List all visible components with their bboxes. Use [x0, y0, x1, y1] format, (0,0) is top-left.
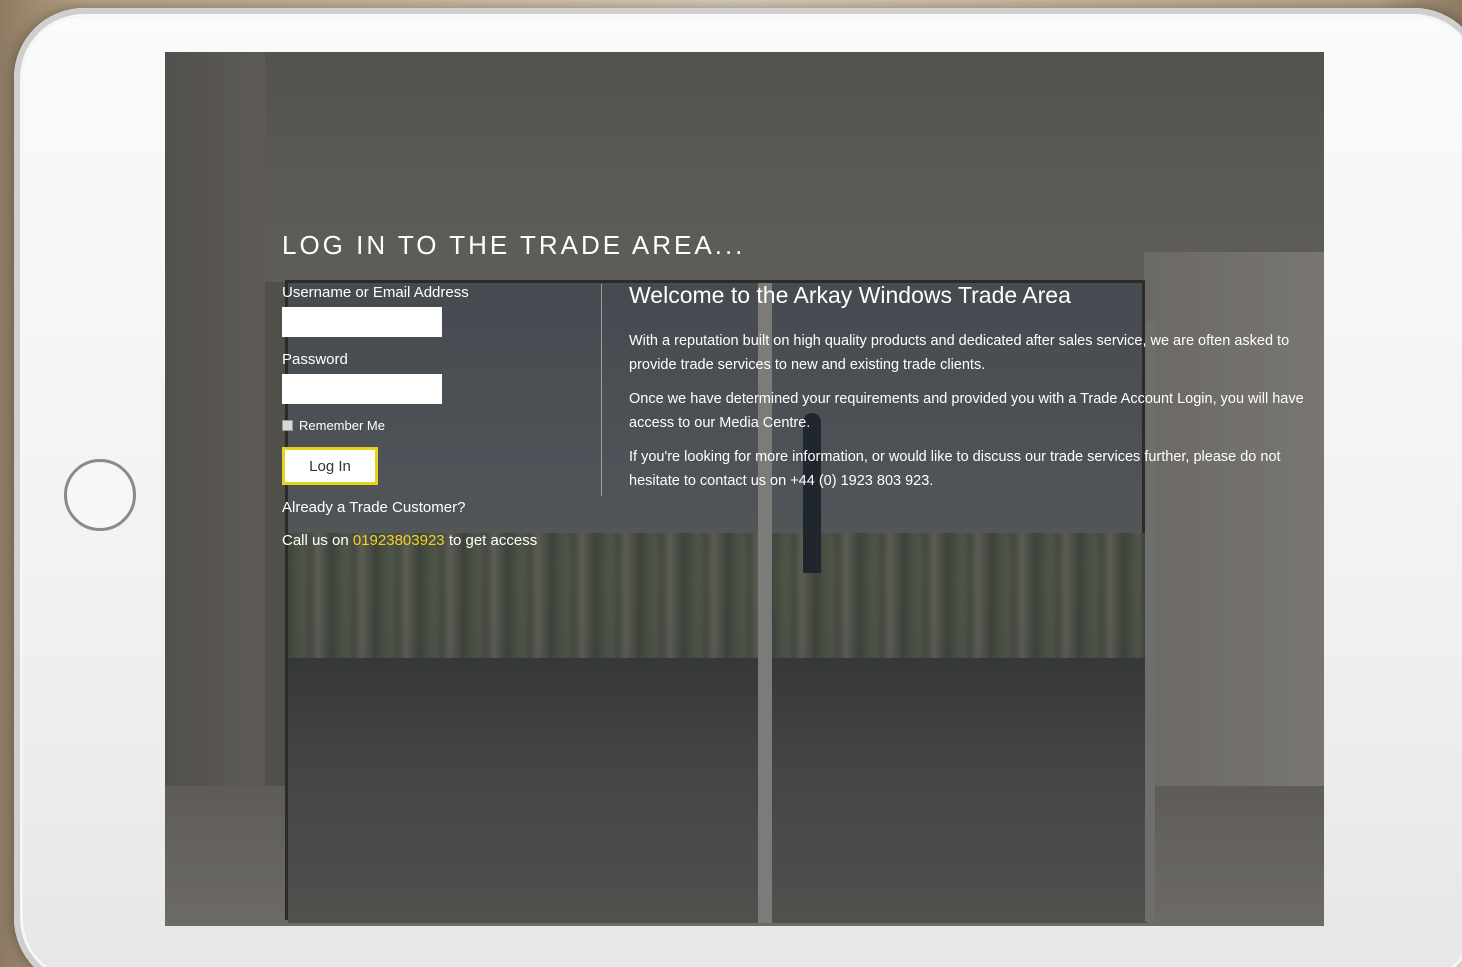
welcome-paragraph-3: If you're looking for more information, …: [629, 449, 1281, 489]
call-suffix: to get access: [448, 532, 538, 549]
login-button[interactable]: Log In: [282, 447, 378, 485]
remember-me-checkbox[interactable]: [282, 420, 293, 431]
remember-me-row: Remember Me: [282, 418, 582, 433]
divider: [601, 284, 602, 496]
page-title: LOG IN TO THE TRADE AREA...: [282, 230, 746, 260]
login-content: LOG IN TO THE TRADE AREA... Username or …: [165, 52, 1324, 926]
welcome-section: Welcome to the Arkay Windows Trade Area …: [629, 282, 1309, 503]
call-prefix: Call us on: [282, 532, 349, 549]
username-label: Username or Email Address: [282, 284, 469, 301]
welcome-paragraph-2: Once we have determined your requirement…: [629, 391, 1304, 431]
login-form: Username or Email Address Password Remem…: [282, 284, 582, 549]
call-text: Call us on 01923803923 to get access: [282, 532, 582, 549]
home-button[interactable]: [64, 459, 136, 531]
phone-link[interactable]: 01923803923: [353, 532, 445, 549]
screen: LOG IN TO THE TRADE AREA... Username or …: [165, 52, 1324, 926]
password-label: Password: [282, 351, 348, 368]
welcome-title: Welcome to the Arkay Windows Trade Area: [629, 282, 1071, 308]
remember-me-label: Remember Me: [299, 418, 385, 433]
username-input[interactable]: [282, 307, 442, 337]
password-input[interactable]: [282, 374, 442, 404]
welcome-paragraph-1: With a reputation built on high quality …: [629, 333, 1290, 373]
trade-customer-text: Already a Trade Customer?: [282, 499, 466, 516]
